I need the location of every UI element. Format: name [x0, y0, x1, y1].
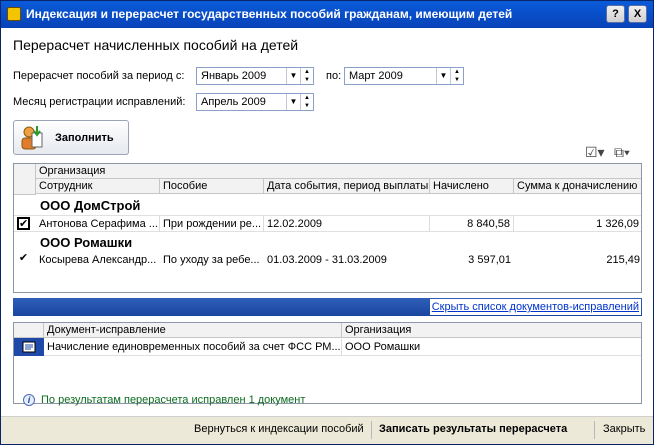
form-heading: Перерасчет начисленных пособий на детей	[13, 37, 299, 53]
cell-event-date[interactable]: 01.03.2009 - 31.03.2009	[264, 252, 430, 268]
col-document[interactable]: Документ-исправление	[44, 323, 342, 338]
help-button[interactable]: ?	[606, 5, 625, 23]
document-icon	[22, 341, 36, 353]
cell-accrued[interactable]: 8 840,58	[430, 216, 514, 232]
reg-month-label: Месяц регистрации исправлений:	[13, 96, 186, 108]
spin-arrows-icon[interactable]: ▲ ▼	[450, 68, 463, 84]
cell-extra[interactable]: 215,49	[514, 252, 641, 268]
chevron-down-icon[interactable]: ▼	[286, 94, 300, 110]
period-label: Перерасчет пособий за период с:	[13, 70, 185, 82]
footer-bar: Вернуться к индексации пособий Записать …	[1, 416, 653, 444]
divider	[371, 421, 372, 439]
col-benefit[interactable]: Пособие	[160, 179, 264, 194]
close-button[interactable]: Закрыть	[603, 423, 645, 435]
table-row[interactable]: ✔ Антонова Серафима ... При рождении ре.…	[14, 215, 641, 232]
windows-icon[interactable]: ⧉▾	[614, 144, 630, 161]
cell-event-date[interactable]: 12.02.2009	[264, 216, 430, 232]
table-row[interactable]: Начисление единовременных пособий за сче…	[14, 338, 641, 356]
user-add-icon	[21, 126, 43, 150]
chevron-down-icon[interactable]: ▼	[286, 68, 300, 84]
fill-button[interactable]: Заполнить	[13, 120, 129, 155]
form-content: Перерасчет начисленных пособий на детей …	[1, 28, 653, 444]
title-bar: Индексация и перерасчет государственных …	[1, 1, 653, 28]
divider	[594, 421, 595, 439]
cell-accrued[interactable]: 3 597,01	[430, 252, 514, 268]
col-employee[interactable]: Сотрудник	[36, 179, 160, 194]
recalc-table: Организация Сотрудник Пособие Дата событ…	[13, 163, 642, 293]
group-org-domstroy[interactable]: ООО ДомСтрой	[40, 198, 140, 213]
period-from-value: Январь 2009	[201, 70, 267, 82]
row-checkbox[interactable]: ✔	[17, 253, 30, 266]
group-org-romashki[interactable]: ООО Ромашки	[40, 235, 132, 250]
info-text: По результатам перерасчета исправлен 1 д…	[41, 394, 306, 406]
col-extra[interactable]: Сумма к доначислению	[514, 179, 641, 194]
table-corner	[14, 323, 44, 338]
cell-benefit[interactable]: При рождении ре...	[160, 216, 264, 232]
spin-arrows-icon[interactable]: ▲ ▼	[300, 94, 313, 110]
table-row[interactable]: ✔ Косырева Александр... По уходу за ребе…	[14, 252, 641, 269]
cell-employee[interactable]: Косырева Александр...	[36, 252, 160, 268]
row-selector[interactable]	[14, 338, 44, 356]
col-accrued[interactable]: Начислено	[430, 179, 514, 194]
documents-table: Документ-исправление Организация Начисле…	[13, 322, 642, 404]
period-to-label: по:	[326, 70, 342, 82]
window-title: Индексация и перерасчет государственных …	[26, 7, 513, 21]
close-window-button[interactable]: X	[628, 5, 647, 23]
reg-month-select[interactable]: Апрель 2009 ▼ ▲ ▼	[196, 93, 314, 111]
save-results-button[interactable]: Записать результаты перерасчета	[379, 423, 567, 435]
chevron-down-icon[interactable]: ▼	[436, 68, 450, 84]
reg-month-value: Апрель 2009	[201, 96, 266, 108]
spin-arrows-icon[interactable]: ▲ ▼	[300, 68, 313, 84]
col-organization[interactable]: Организация	[36, 164, 641, 179]
cell-document[interactable]: Начисление единовременных пособий за сче…	[44, 339, 342, 355]
period-to-select[interactable]: Март 2009 ▼ ▲ ▼	[344, 67, 464, 85]
info-icon: i	[23, 394, 35, 407]
cell-employee[interactable]: Антонова Серафима ...	[36, 216, 160, 232]
col-event-date[interactable]: Дата события, период выплаты	[264, 179, 430, 194]
info-message: i По результатам перерасчета исправлен 1 …	[23, 394, 306, 407]
cell-doc-organization[interactable]: ООО Ромашки	[342, 339, 641, 355]
table-corner	[14, 164, 36, 195]
period-from-select[interactable]: Январь 2009 ▼ ▲ ▼	[196, 67, 314, 85]
checklist-icon[interactable]: ☑▾	[585, 144, 605, 161]
back-button[interactable]: Вернуться к индексации пособий	[194, 423, 364, 435]
app-icon	[7, 7, 21, 21]
col-doc-organization[interactable]: Организация	[342, 323, 641, 338]
main-window: Индексация и перерасчет государственных …	[0, 0, 654, 445]
hide-documents-link[interactable]: Скрыть список документов-исправлений	[429, 299, 641, 315]
fill-button-label: Заполнить	[55, 132, 114, 144]
cell-extra[interactable]: 1 326,09	[514, 216, 641, 232]
cell-benefit[interactable]: По уходу за ребе...	[160, 252, 264, 268]
period-to-value: Март 2009	[349, 70, 403, 82]
row-checkbox[interactable]: ✔	[17, 217, 30, 230]
